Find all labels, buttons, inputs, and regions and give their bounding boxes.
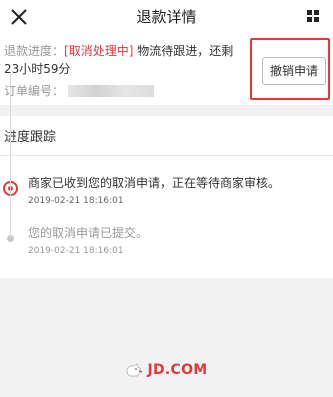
grid-menu-icon[interactable] xyxy=(307,10,319,22)
step-description: 商家已收到您的取消申请，正在等待商家审核。 xyxy=(28,176,281,190)
top-bar: 退款详情 xyxy=(0,0,333,34)
order-number-label: 订单编号： xyxy=(4,84,65,98)
step-description: 您的取消申请已提交。 xyxy=(28,226,149,240)
jd-dog-icon xyxy=(126,363,143,377)
refund-progress-label: 退款进度： xyxy=(4,44,65,58)
progress-title: 进度跟踪 xyxy=(4,130,57,145)
cancel-request-button[interactable]: 撤销申请 xyxy=(262,57,326,85)
cancel-button-highlight: 撤销申请 xyxy=(250,38,330,100)
timeline-line xyxy=(10,74,11,238)
step-time: 2019-02-21 18:16:01 xyxy=(28,246,124,256)
order-number-row: 订单编号： xyxy=(4,82,155,100)
footer-logo: JD.COM xyxy=(0,358,333,382)
progress-step: 您的取消申请已提交。 2019-02-21 18:16:01 xyxy=(28,225,148,257)
page-title: 退款详情 xyxy=(136,8,197,26)
jd-logo-text: JD.COM xyxy=(147,362,208,378)
divider xyxy=(0,155,333,156)
progress-tracking-section: 进度跟踪 商家已收到您的取消申请，正在等待商家审核。 2019-02-21 18… xyxy=(0,116,333,278)
progress-step: 商家已收到您的取消申请，正在等待商家审核。 2019-02-21 18:16:0… xyxy=(28,175,280,207)
step-time: 2019-02-21 18:16:01 xyxy=(28,196,124,206)
order-number-redacted xyxy=(68,85,155,97)
refund-progress-row: 退款进度：[取消处理中] 物流待跟进，还剩23小时59分 xyxy=(4,42,248,78)
status-tag: [取消处理中] xyxy=(64,44,134,58)
refund-info-card: 退款进度：[取消处理中] 物流待跟进，还剩23小时59分 订单编号： 撤销申请 xyxy=(0,34,333,105)
